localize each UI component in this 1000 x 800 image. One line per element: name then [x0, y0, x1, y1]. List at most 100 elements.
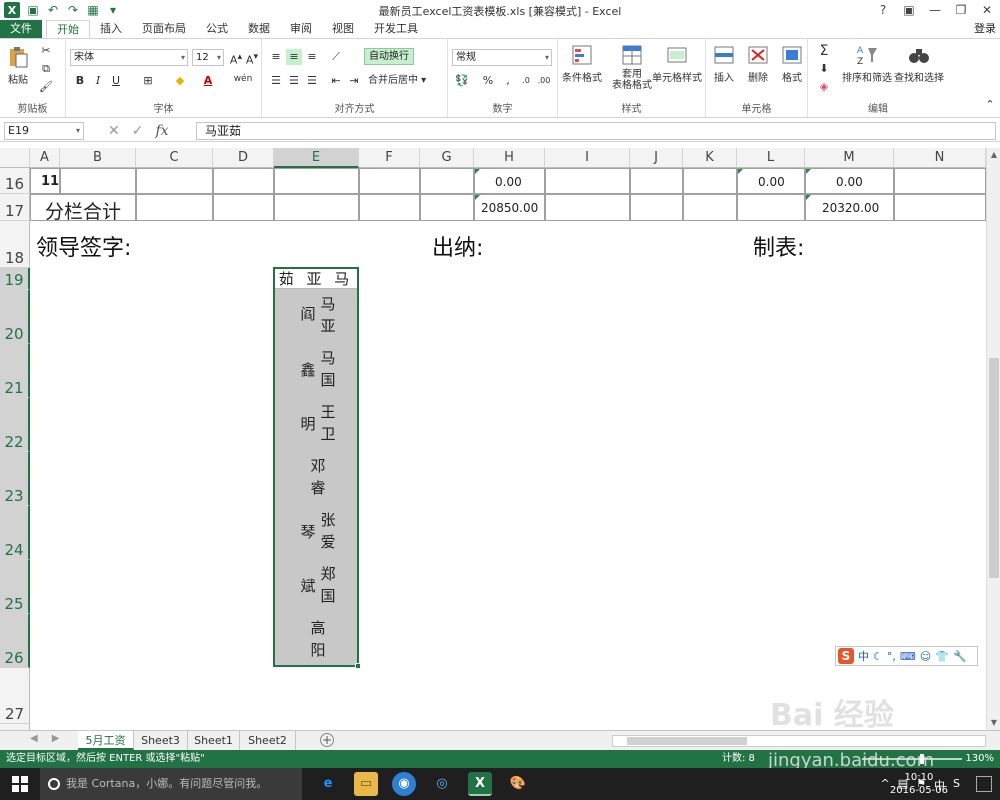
autosum-icon[interactable]: Σ [816, 43, 832, 59]
selected-cell-e19[interactable]: 茹 亚 马 阎 马亚 鑫 马国 明 王卫 邓睿 琴 张爱 斌 郑国 高阳 [273, 267, 361, 669]
file-explorer-icon[interactable]: ▭ [354, 772, 378, 796]
align-top-icon[interactable]: ≡ [268, 49, 284, 65]
row-header-16[interactable]: 16 [0, 168, 30, 194]
cell-k16[interactable] [683, 168, 737, 194]
horizontal-scrollbar[interactable] [612, 735, 986, 747]
scroll-down-icon[interactable]: ▼ [987, 716, 1000, 730]
cell-d17[interactable] [213, 194, 274, 221]
column-header-g[interactable]: G [420, 148, 474, 168]
tab-file[interactable]: 文件 [0, 20, 42, 38]
column-header-f[interactable]: F [359, 148, 420, 168]
cell-c16[interactable] [136, 168, 213, 194]
cortana-search[interactable]: 我是 Cortana，小娜。有问题尽管问我。 [40, 768, 302, 800]
column-header-h[interactable]: H [474, 148, 545, 168]
decrease-font-icon[interactable]: A▾ [244, 49, 260, 67]
enter-icon[interactable]: ✓ [132, 122, 144, 140]
cell-b16[interactable] [60, 168, 136, 194]
column-header-m[interactable]: M [805, 148, 894, 168]
restore-button[interactable]: ❐ [948, 0, 974, 20]
horizontal-scroll-thumb[interactable] [627, 737, 747, 745]
find-select-button[interactable]: 查找和选择 [894, 43, 944, 84]
percent-button[interactable]: % [480, 73, 496, 89]
sheet-tab-sheet3[interactable]: Sheet3 [134, 731, 188, 750]
cell-a16[interactable]: 11 [30, 168, 60, 194]
cell-g17[interactable] [420, 194, 474, 221]
cell-f16[interactable] [359, 168, 420, 194]
collapse-ribbon-icon[interactable]: ⌃ [982, 97, 998, 113]
wrench-icon[interactable]: 🔧 [953, 650, 967, 663]
cell-l16[interactable]: 0.00 [737, 168, 805, 194]
user-icon[interactable]: ☺ [920, 650, 931, 663]
scroll-up-icon[interactable]: ▲ [987, 148, 1000, 162]
conditional-format-button[interactable]: 条件格式 [562, 43, 602, 84]
excel-taskbar-icon[interactable]: X [468, 772, 492, 796]
row-header-17[interactable]: 17 [0, 194, 30, 221]
cell-k17[interactable] [683, 194, 737, 221]
cell-f17[interactable] [359, 194, 420, 221]
edge-icon[interactable]: e [316, 772, 340, 796]
cell-a17[interactable]: 分栏合计 [30, 194, 136, 223]
font-color-button[interactable]: A [200, 73, 216, 89]
select-all-corner[interactable] [0, 148, 30, 168]
row-header-27[interactable]: 27 [0, 668, 30, 724]
accounting-icon[interactable]: 💱 [454, 73, 470, 89]
column-header-e[interactable]: E [274, 148, 359, 168]
sort-filter-button[interactable]: AZ 排序和筛选 [842, 43, 892, 84]
insert-function-button[interactable]: fx [155, 122, 168, 140]
align-left-icon[interactable]: ☰ [268, 73, 284, 89]
column-header-l[interactable]: L [737, 148, 805, 168]
ime-toolbar[interactable]: S 中 ☾ °, ⌨ ☺ 👕 🔧 [835, 646, 978, 666]
ribbon-display-button[interactable]: ▣ [896, 0, 922, 20]
column-header-b[interactable]: B [60, 148, 136, 168]
skin-icon[interactable]: 👕 [935, 650, 949, 663]
column-header-j[interactable]: J [630, 148, 683, 168]
worksheet-grid[interactable]: A B C D E F G H I J K L M N 16 17 18 19 … [0, 148, 986, 730]
cell-h17[interactable]: 20850.00 [474, 194, 545, 221]
merge-center-button[interactable]: 合并后居中 ▾ [368, 73, 426, 89]
increase-decimal-icon[interactable]: .0 [518, 73, 534, 89]
punctuation-icon[interactable]: °, [887, 650, 896, 663]
column-header-c[interactable]: C [136, 148, 213, 168]
cancel-icon[interactable]: ✕ [108, 122, 120, 140]
row-header-21[interactable]: 21 [0, 344, 30, 398]
decrease-decimal-icon[interactable]: .00 [536, 73, 552, 89]
cell-g16[interactable] [420, 168, 474, 194]
row-header-20[interactable]: 20 [0, 290, 30, 344]
format-painter-icon[interactable]: 🖌 [38, 79, 54, 95]
ime-mode-label[interactable]: 中 [858, 648, 869, 664]
format-cells-button[interactable]: 格式 [780, 43, 804, 84]
cell-style-button[interactable]: 单元格样式 [652, 43, 702, 84]
login-link[interactable]: 登录 [974, 20, 996, 38]
zoom-level[interactable]: 130% [965, 750, 994, 768]
cell-j17[interactable] [630, 194, 683, 221]
bold-button[interactable]: B [72, 73, 88, 89]
tab-data[interactable]: 数据 [238, 20, 280, 38]
notification-icon[interactable] [976, 776, 992, 792]
row-header-23[interactable]: 23 [0, 452, 30, 506]
underline-button[interactable]: U [108, 73, 124, 89]
align-middle-icon[interactable]: ≡ [286, 49, 302, 65]
cell-e17[interactable] [274, 194, 359, 221]
row-header-18[interactable]: 18 [0, 221, 30, 268]
cell-c17[interactable] [136, 194, 213, 221]
insert-cells-button[interactable]: 插入 [712, 43, 736, 84]
borders-icon[interactable]: ⊞ [140, 73, 156, 89]
cell-l17[interactable] [737, 194, 805, 221]
align-bottom-icon[interactable]: ≡ [304, 49, 320, 65]
name-box[interactable]: E19 ▾ [4, 122, 84, 140]
column-header-i[interactable]: I [545, 148, 630, 168]
cell-m17[interactable]: 20320.00 [805, 194, 894, 221]
formula-input[interactable]: 马亚茹 [196, 122, 996, 140]
sheet-tab-sheet2[interactable]: Sheet2 [240, 731, 296, 750]
tab-home[interactable]: 开始 [46, 20, 90, 38]
chat-icon[interactable]: ◎ [430, 772, 454, 796]
chevron-up-icon[interactable]: ^ [881, 777, 890, 793]
delete-cells-button[interactable]: 删除 [746, 43, 770, 84]
column-header-d[interactable]: D [213, 148, 274, 168]
minimize-button[interactable]: — [922, 0, 948, 20]
cell-h16[interactable]: 0.00 [474, 168, 545, 194]
align-right-icon[interactable]: ☰ [304, 73, 320, 89]
orientation-icon[interactable]: ⟋ [328, 49, 344, 65]
row-header-19[interactable]: 19 [0, 268, 30, 290]
phonetic-button[interactable]: wén [230, 71, 256, 87]
